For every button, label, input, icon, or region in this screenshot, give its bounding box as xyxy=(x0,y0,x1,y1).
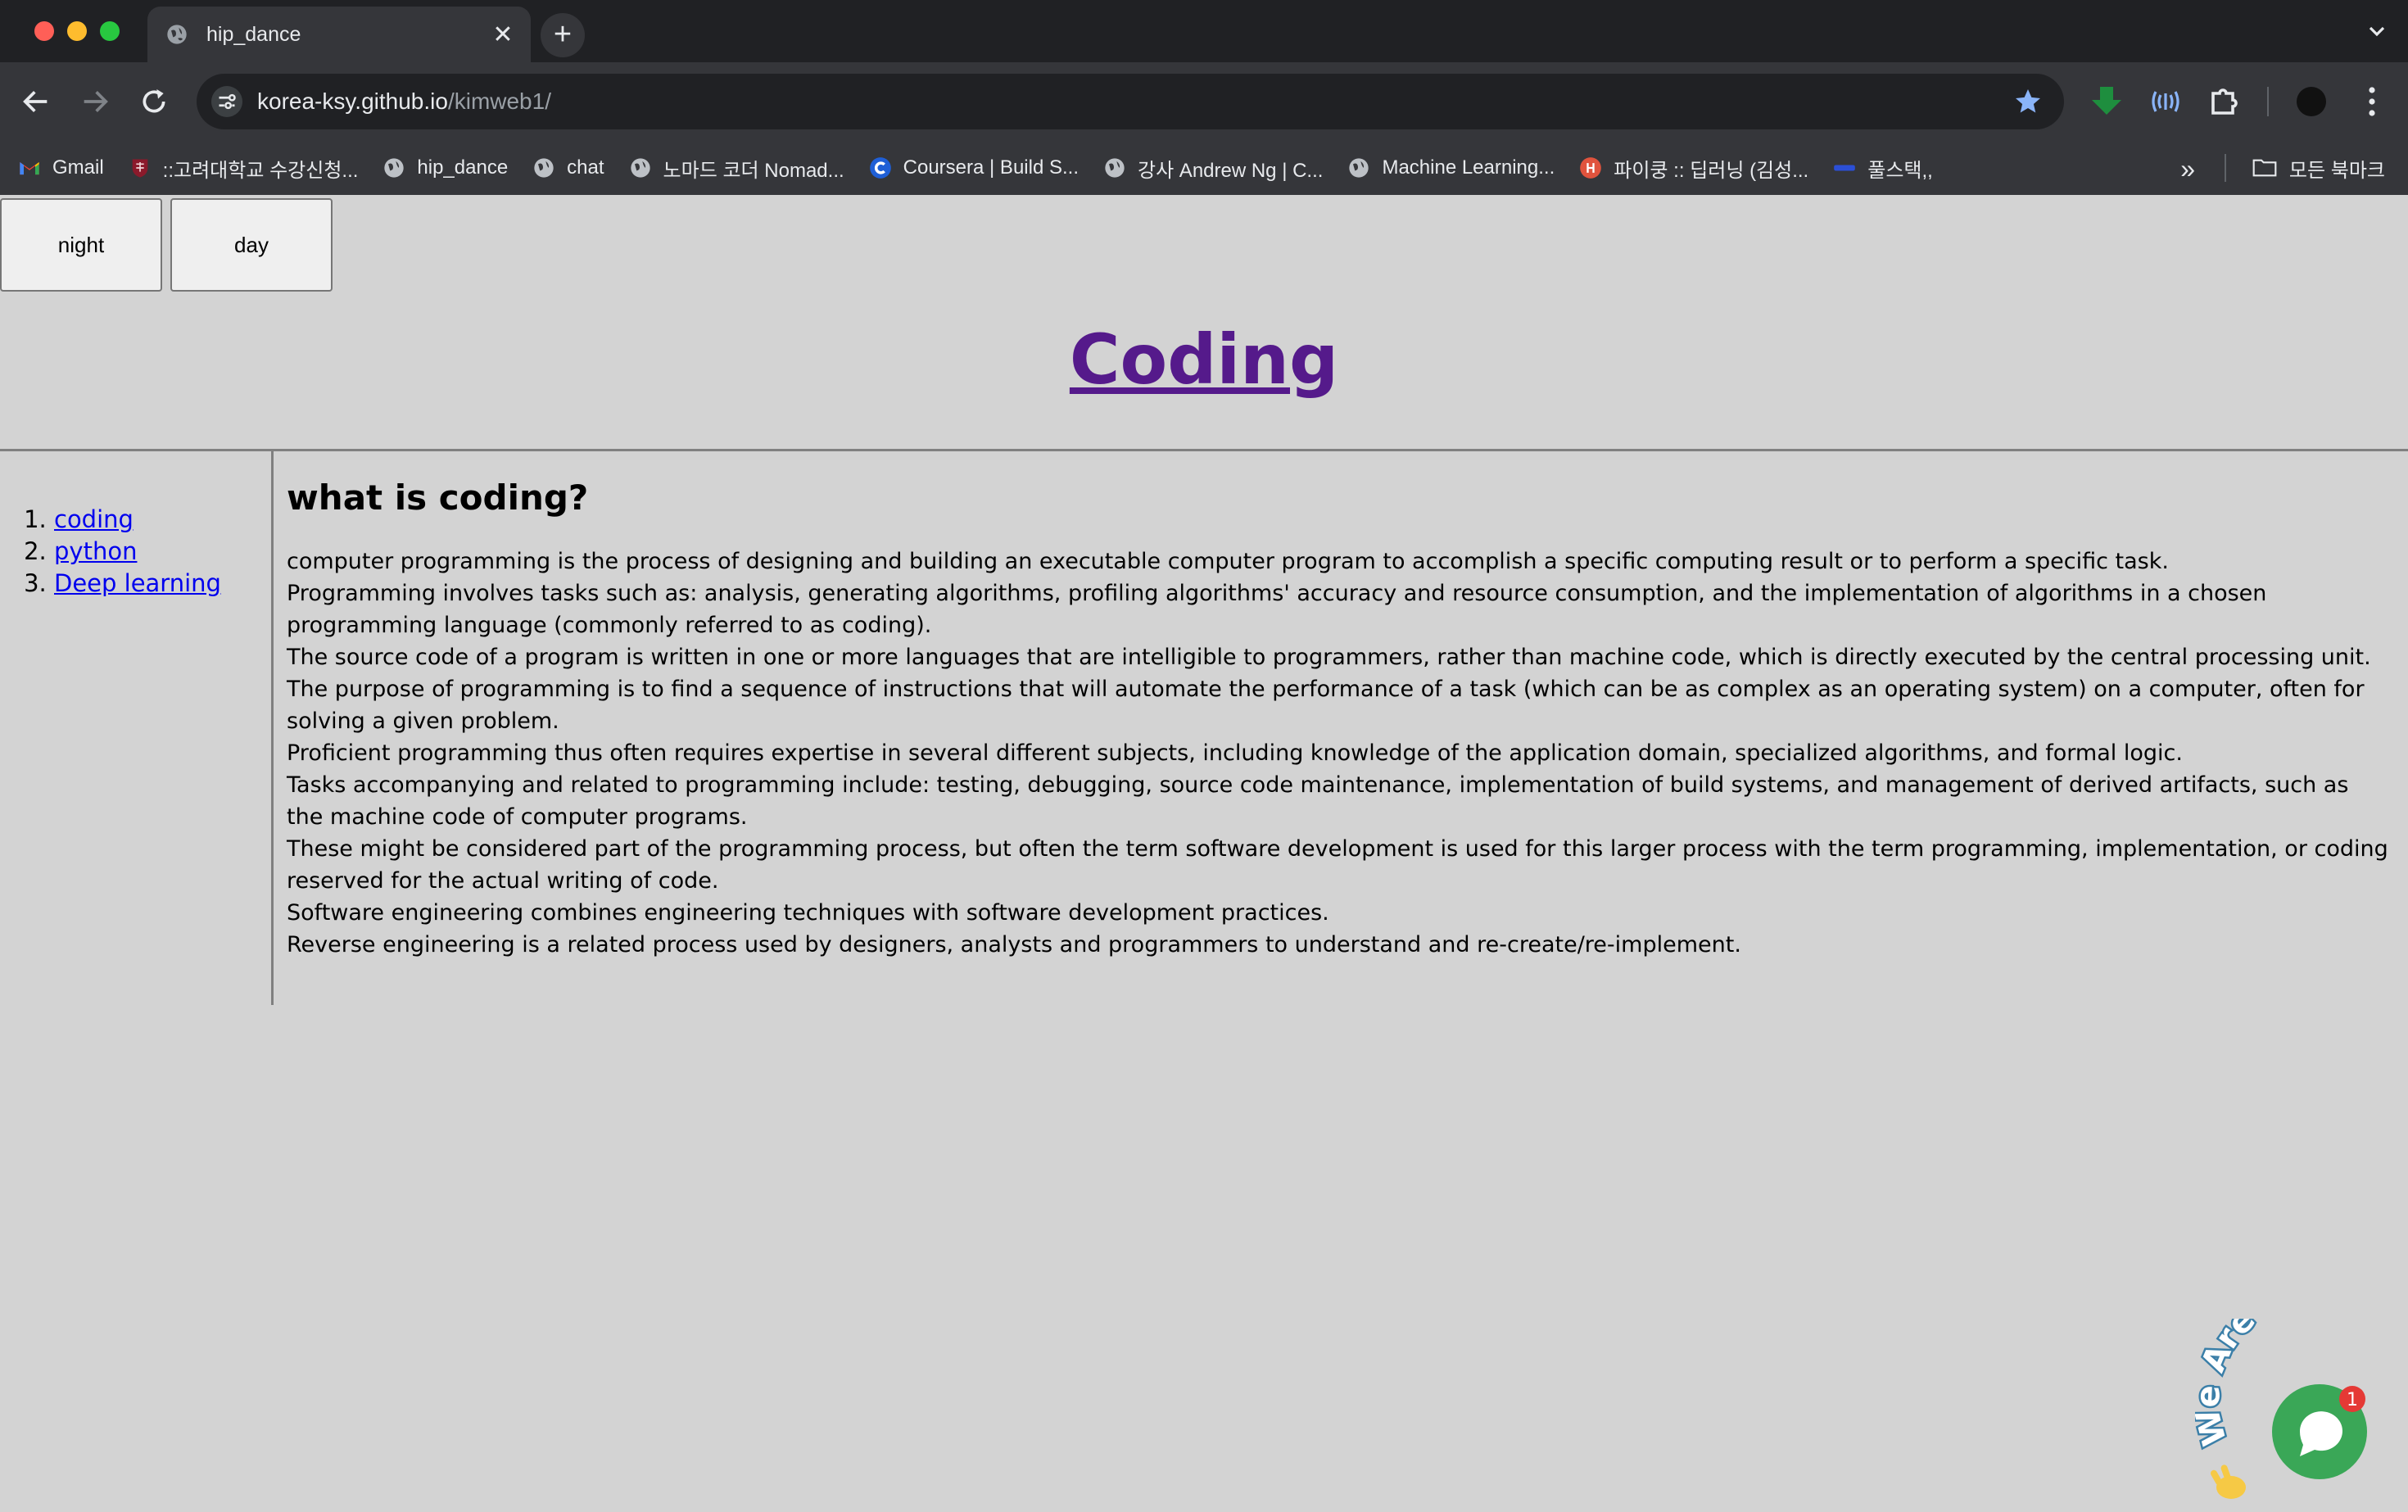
bookmark-item[interactable]: 풀스택,, xyxy=(1833,154,1933,183)
tab-strip: hip_dance ✕ + xyxy=(0,0,2408,62)
bookmarks-divider xyxy=(2225,154,2226,182)
bookmark-star-icon[interactable] xyxy=(2013,87,2043,116)
browser-toolbar: korea-ksy.github.io/kimweb1/ xyxy=(0,62,2408,141)
waving-hand-icon xyxy=(2211,1464,2246,1499)
more-bookmarks-button[interactable]: » xyxy=(2180,154,2195,184)
bookmark-item[interactable]: hip_dance xyxy=(382,156,508,179)
bookmark-item[interactable]: Machine Learning... xyxy=(1347,156,1555,179)
article: what is coding? computer programming is … xyxy=(287,478,2392,961)
chat-widget-graphic: We Are Here! 1 xyxy=(2187,1270,2379,1499)
bookmark-item[interactable]: 노마드 코더 Nomad... xyxy=(629,154,844,183)
nav-link-deep-learning[interactable]: Deep learning xyxy=(54,569,221,597)
bookmark-label: 노마드 코더 Nomad... xyxy=(663,159,844,182)
tab-title: hip_dance xyxy=(206,22,301,46)
bookmark-item[interactable]: chat xyxy=(532,156,604,179)
bookmark-item[interactable]: Coursera | Build S... xyxy=(869,156,1079,179)
all-bookmarks-button[interactable]: 모든 북마크 xyxy=(2252,141,2385,195)
extensions-puzzle-icon[interactable] xyxy=(2205,82,2244,121)
bookmarks-bar: Gmail ::고려대학교 수강신청... hip_dance chat 노마드… xyxy=(0,141,2408,195)
globe-icon xyxy=(167,25,187,44)
web-page: night day Coding coding python Deep lear… xyxy=(0,195,2408,1512)
nav-link-python[interactable]: python xyxy=(54,537,137,565)
bookmark-item[interactable]: 파이쿵 :: 딥러닝 (김성... xyxy=(1579,154,1808,183)
bookmark-label: hip_dance xyxy=(417,156,509,179)
folder-icon xyxy=(2252,159,2277,177)
university-shield-icon xyxy=(132,159,148,178)
globe-icon xyxy=(630,158,650,178)
address-bar[interactable]: korea-ksy.github.io/kimweb1/ xyxy=(197,74,2064,129)
extension-wave-icon[interactable] xyxy=(2146,82,2185,121)
pycoong-icon xyxy=(1580,157,1602,179)
download-arrow-icon[interactable] xyxy=(2087,82,2126,121)
night-mode-button[interactable]: night xyxy=(0,198,162,292)
page-title: Coding xyxy=(0,319,2408,400)
minimize-window-button[interactable] xyxy=(67,21,87,41)
bookmark-label: ::고려대학교 수강신청... xyxy=(162,159,359,182)
bookmark-label: Machine Learning... xyxy=(1382,156,1555,179)
bookmark-label: Coursera | Build S... xyxy=(903,156,1079,179)
bookmark-label: 파이쿵 :: 딥러닝 (김성... xyxy=(1614,159,1809,182)
tab-search-chevron-icon[interactable] xyxy=(2364,18,2390,44)
chat-widget[interactable]: We Are Here! 1 xyxy=(2187,1270,2408,1512)
globe-icon xyxy=(534,158,554,178)
bookmark-label: chat xyxy=(567,156,604,179)
bookmark-item[interactable]: Gmail xyxy=(18,156,104,179)
url-path: /kimweb1/ xyxy=(447,88,551,114)
bookmark-label: 풀스택,, xyxy=(1867,159,1933,182)
article-heading: what is coding? xyxy=(287,478,589,518)
day-mode-button[interactable]: day xyxy=(170,198,333,292)
back-arrow-icon[interactable] xyxy=(20,85,52,118)
globe-icon xyxy=(1349,158,1369,178)
bookmark-item[interactable]: 강사 Andrew Ng | C... xyxy=(1103,154,1323,183)
globe-icon xyxy=(384,158,405,178)
nav-link-coding[interactable]: coding xyxy=(54,505,134,533)
article-body: computer programming is the process of d… xyxy=(287,549,2388,957)
notification-count: 1 xyxy=(2347,1390,2358,1410)
list-item: Deep learning xyxy=(54,568,221,600)
fullstack-icon xyxy=(1834,165,1856,171)
bookmark-item[interactable]: ::고려대학교 수강신청... xyxy=(129,154,359,183)
url-text: korea-ksy.github.io/kimweb1/ xyxy=(257,88,551,115)
profile-avatar-icon[interactable] xyxy=(2292,82,2331,121)
sidebar-nav: coding python Deep learning xyxy=(0,451,274,1005)
all-bookmarks-label: 모든 북마크 xyxy=(2288,159,2385,182)
topic-list: coding python Deep learning xyxy=(54,504,221,600)
reload-icon[interactable] xyxy=(138,85,170,118)
url-host: korea-ksy.github.io xyxy=(257,88,448,114)
coursera-icon xyxy=(869,157,891,179)
globe-icon xyxy=(1105,158,1125,178)
forward-arrow-icon[interactable] xyxy=(79,85,111,118)
bookmark-label: 강사 Andrew Ng | C... xyxy=(1137,159,1324,182)
close-tab-icon[interactable]: ✕ xyxy=(485,20,521,49)
list-item: python xyxy=(54,536,221,568)
site-settings-icon[interactable] xyxy=(211,86,242,117)
list-item: coding xyxy=(54,504,221,536)
new-tab-button[interactable]: + xyxy=(541,13,585,57)
tab-hip-dance[interactable]: hip_dance ✕ xyxy=(147,7,531,62)
horizontal-rule xyxy=(0,449,2408,451)
zoom-window-button[interactable] xyxy=(100,21,120,41)
gmail-icon xyxy=(20,162,39,175)
bookmark-label: Gmail xyxy=(52,156,104,179)
toolbar-divider xyxy=(2267,87,2269,116)
page-title-link[interactable]: Coding xyxy=(1070,319,1338,400)
menu-kebab-icon[interactable] xyxy=(2352,82,2392,121)
close-window-button[interactable] xyxy=(34,21,54,41)
